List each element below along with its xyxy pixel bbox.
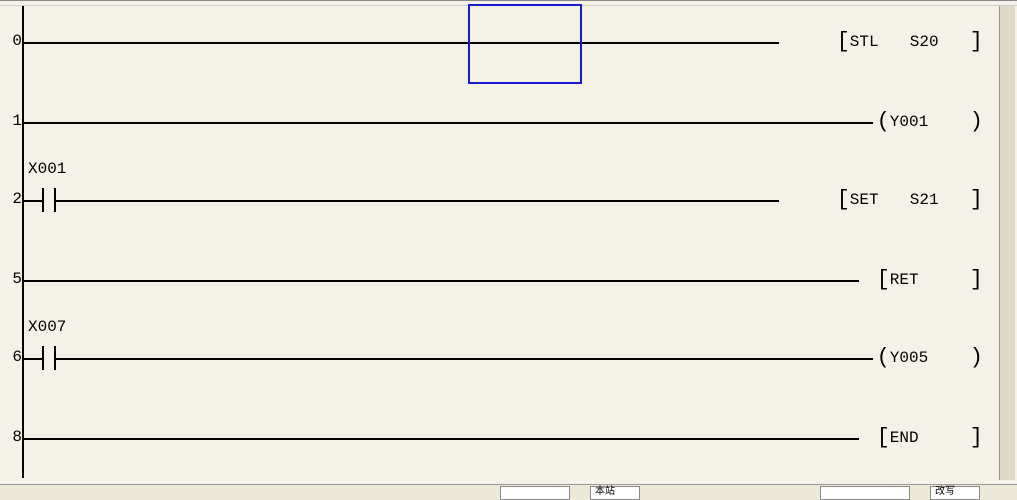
left-power-rail [22, 6, 24, 478]
rung-line [24, 42, 779, 44]
rung-line-pre [24, 358, 42, 360]
contact-no[interactable]: X007 [42, 346, 52, 370]
right-bracket-icon: ] [970, 427, 983, 449]
left-bracket-icon: [ [837, 31, 850, 53]
coil-arg: Y001 [890, 113, 946, 131]
output-coil[interactable]: ( Y005 ) [877, 346, 983, 370]
instruction-bracket[interactable]: [ STL S20 ] [837, 30, 983, 54]
right-bracket-icon: ] [970, 189, 983, 211]
ladder-canvas: 0 [ STL S20 ] 1 ( Y001 ) 2 X001 [ SET [0, 0, 1017, 500]
status-chip-mode: 改写 [930, 486, 980, 500]
status-chip-host: 本站 [590, 486, 640, 500]
rung-line-post [56, 358, 873, 360]
edit-cursor[interactable] [468, 4, 582, 84]
status-chip [820, 486, 910, 500]
rung-line [24, 122, 873, 124]
left-bracket-icon: [ [877, 269, 890, 291]
step-number: 5 [8, 270, 22, 288]
rung-line-post [56, 200, 779, 202]
step-number: 6 [8, 348, 22, 366]
contact-label: X007 [28, 318, 66, 336]
instruction-bracket[interactable]: [ RET ] [877, 268, 983, 292]
right-paren-icon: ) [970, 111, 983, 133]
left-bracket-icon: [ [877, 427, 890, 449]
rung-line [24, 280, 859, 282]
status-chip [500, 486, 570, 500]
instruction-arg: S20 [910, 33, 970, 51]
rung-line-pre [24, 200, 42, 202]
left-bracket-icon: [ [837, 189, 850, 211]
step-number: 1 [8, 112, 22, 130]
status-bar: 本站 改写 [0, 484, 1017, 500]
left-paren-icon: ( [877, 111, 890, 133]
left-paren-icon: ( [877, 347, 890, 369]
right-bracket-icon: ] [970, 31, 983, 53]
instruction-op: END [890, 429, 946, 447]
vertical-scrollbar[interactable] [999, 6, 1015, 480]
instruction-op: STL [850, 33, 910, 51]
coil-arg: Y005 [890, 349, 946, 367]
instruction-arg: S21 [910, 191, 970, 209]
rung-line [24, 438, 859, 440]
step-number: 2 [8, 190, 22, 208]
step-number: 8 [8, 428, 22, 446]
right-bracket-icon: ] [970, 269, 983, 291]
right-paren-icon: ) [970, 347, 983, 369]
instruction-op: RET [890, 271, 946, 289]
contact-no[interactable]: X001 [42, 188, 52, 212]
contact-label: X001 [28, 160, 66, 178]
instruction-op: SET [850, 191, 910, 209]
step-number: 0 [8, 32, 22, 50]
instruction-bracket[interactable]: [ END ] [877, 426, 983, 450]
output-coil[interactable]: ( Y001 ) [877, 110, 983, 134]
instruction-bracket[interactable]: [ SET S21 ] [837, 188, 983, 212]
